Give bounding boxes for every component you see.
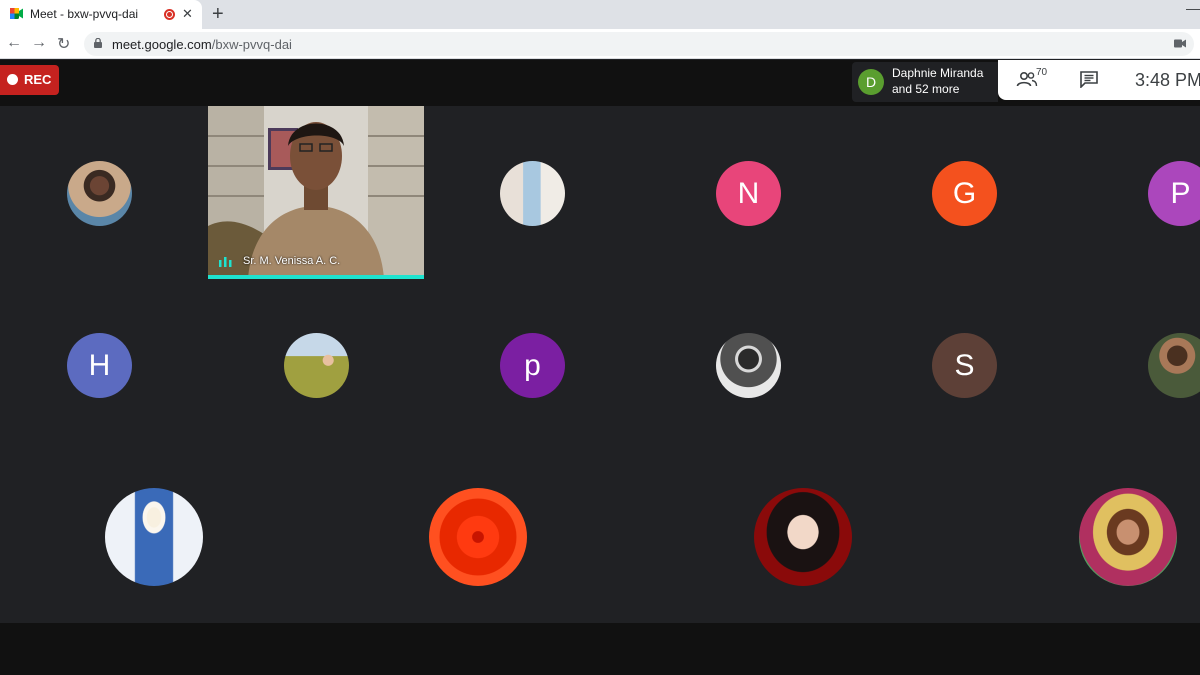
- reload-button[interactable]: ↻: [57, 34, 70, 54]
- meet-favicon-icon: [10, 8, 23, 19]
- participant-grid: Sr. M. Venissa A. C. N G P H p S: [0, 106, 1200, 623]
- address-bar[interactable]: meet.google.com/bxw-pvvq-dai: [84, 32, 1194, 56]
- record-dot-icon: [164, 9, 175, 20]
- participant-photo-avatar[interactable]: [429, 488, 527, 586]
- participant-avatar-p-lower[interactable]: p: [500, 333, 565, 398]
- participant-photo-avatar[interactable]: [67, 161, 132, 226]
- participant-name: Daphnie Miranda: [892, 66, 984, 80]
- participant-avatar-n[interactable]: N: [716, 161, 781, 226]
- browser-toolbar: ← → ↻ meet.google.com/bxw-pvvq-dai: [0, 29, 1200, 59]
- recording-label: REC: [24, 72, 52, 87]
- recording-badge[interactable]: REC: [0, 65, 59, 95]
- browser-tab-meet[interactable]: Meet - bxw-pvvq-dai ✕: [0, 0, 202, 29]
- speaker-video-tile[interactable]: Sr. M. Venissa A. C.: [208, 106, 424, 279]
- participants-chip[interactable]: D Daphnie Miranda and 52 more: [852, 62, 998, 102]
- participant-photo-avatar[interactable]: [105, 488, 203, 586]
- forward-button[interactable]: →: [31, 34, 47, 52]
- url-text: meet.google.com/bxw-pvvq-dai: [112, 37, 292, 52]
- participant-photo-avatar[interactable]: [1148, 333, 1200, 398]
- participant-photo-avatar[interactable]: [500, 161, 565, 226]
- meeting-clock: 3:48 PM: [1135, 70, 1200, 90]
- people-count: 70: [1036, 67, 1048, 78]
- participant-avatar-s[interactable]: S: [932, 333, 997, 398]
- participant-photo-avatar[interactable]: [754, 488, 852, 586]
- audio-level-icon: [219, 257, 232, 267]
- new-tab-button[interactable]: +: [212, 3, 224, 26]
- speaker-name: Sr. M. Venissa A. C.: [243, 255, 341, 267]
- camera-icon[interactable]: [1174, 39, 1186, 48]
- tab-close-button[interactable]: ✕: [182, 6, 193, 22]
- participant-more-count: and 52 more: [892, 82, 960, 96]
- participant-photo-avatar[interactable]: [716, 333, 781, 398]
- chat-icon[interactable]: [1080, 71, 1098, 88]
- avatar: D: [858, 69, 884, 95]
- lock-icon: [94, 38, 102, 48]
- url-path: /bxw-pvvq-dai: [211, 37, 292, 52]
- people-icon[interactable]: [1016, 71, 1038, 87]
- tab-title: Meet - bxw-pvvq-dai: [30, 7, 139, 21]
- meeting-details-panel: 70 3:48 PM: [998, 60, 1200, 100]
- participant-photo-avatar[interactable]: [1079, 488, 1177, 586]
- record-dot-icon: [7, 74, 18, 85]
- meet-top-bar: REC D Daphnie Miranda and 52 more 70 3:4…: [0, 60, 1200, 106]
- browser-tab-strip: Meet - bxw-pvvq-dai ✕ + —: [0, 0, 1200, 29]
- participant-avatar-h[interactable]: H: [67, 333, 132, 398]
- participant-photo-avatar[interactable]: [284, 333, 349, 398]
- participant-avatar-p-upper[interactable]: P: [1148, 161, 1200, 226]
- active-speaker-indicator: [208, 275, 424, 279]
- meet-bottom-bar: [0, 623, 1200, 675]
- speaker-video-image: [208, 106, 424, 279]
- window-minimize-button[interactable]: —: [1186, 0, 1200, 16]
- participant-avatar-g[interactable]: G: [932, 161, 997, 226]
- url-host: meet.google.com: [112, 37, 212, 52]
- back-button[interactable]: ←: [6, 34, 22, 52]
